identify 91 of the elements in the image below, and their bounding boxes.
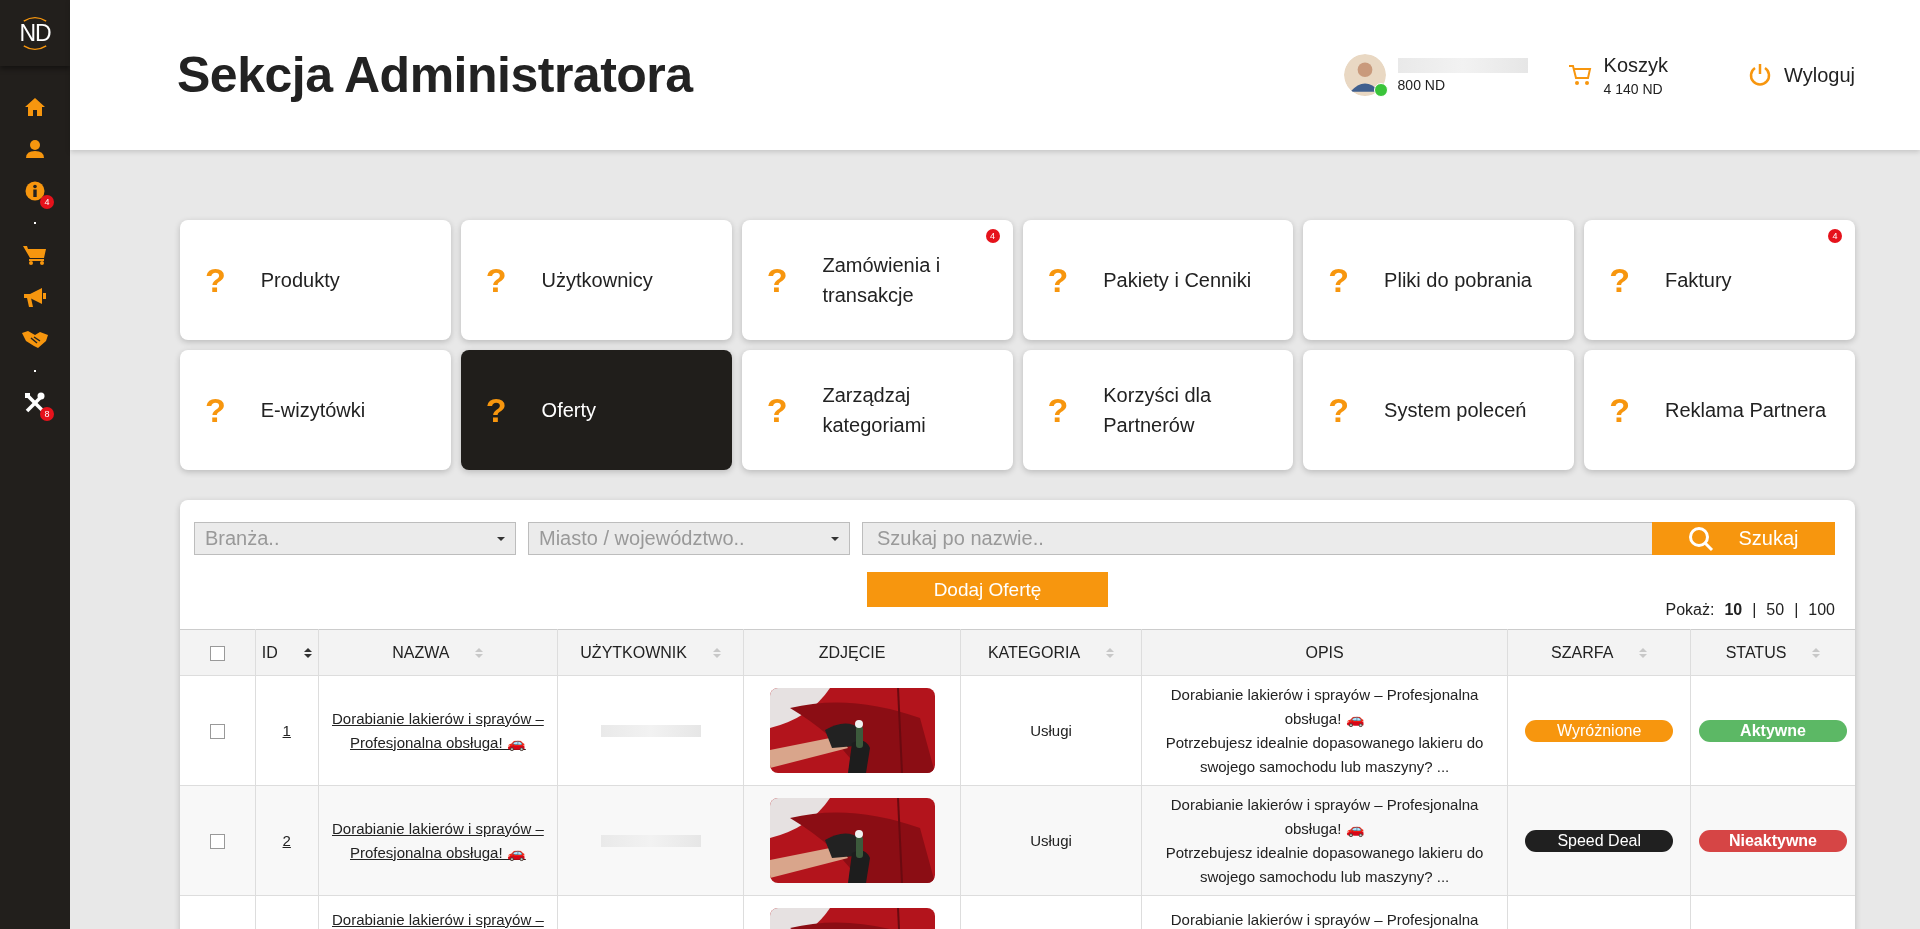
caret-icon bbox=[831, 536, 839, 541]
info-icon bbox=[25, 181, 45, 201]
category-tile[interactable]: ? Pliki do pobrania bbox=[1303, 220, 1575, 340]
category-tile[interactable]: ? Produkty bbox=[180, 220, 451, 340]
sort-icon[interactable] bbox=[303, 646, 312, 659]
id-link[interactable]: 1 bbox=[282, 718, 291, 743]
category-tile[interactable]: ? E-wizytówki bbox=[180, 350, 451, 470]
tile-label: Korzyści dla Partnerów bbox=[1103, 383, 1213, 438]
tools-icon bbox=[24, 392, 46, 414]
page-size-option[interactable]: 100 bbox=[1808, 601, 1835, 619]
tile-label: Oferty bbox=[541, 398, 597, 423]
question-icon: ? bbox=[205, 260, 226, 300]
column-title: OPIS bbox=[1305, 643, 1344, 662]
notification-badge: 4 bbox=[1828, 229, 1842, 243]
page-size-option[interactable]: 10 bbox=[1724, 601, 1743, 619]
logo[interactable]: ND bbox=[19, 15, 51, 51]
separator: | bbox=[1752, 601, 1757, 619]
question-icon: ? bbox=[485, 260, 507, 300]
category-text: Usługi bbox=[1030, 722, 1072, 739]
column-title: UŻYTKOWNIK bbox=[580, 643, 687, 662]
page-title: Sekcja Administratora bbox=[177, 46, 693, 104]
question-icon: ? bbox=[766, 260, 788, 300]
cart-label[interactable]: Koszyk bbox=[1603, 53, 1669, 77]
cart-icon[interactable] bbox=[1567, 64, 1592, 86]
tile-label: Produkty bbox=[260, 268, 340, 293]
page-size-option[interactable]: 50 bbox=[1766, 601, 1785, 619]
row-checkbox[interactable] bbox=[209, 834, 225, 850]
page-size-label: Pokaż: bbox=[1665, 601, 1715, 619]
search-icon bbox=[1688, 525, 1715, 552]
category-tile[interactable]: ? Zamówienia i transakcje 4 bbox=[741, 220, 1013, 340]
question-icon: ? bbox=[1328, 390, 1350, 430]
column-title: ID bbox=[261, 643, 278, 662]
category-tile[interactable]: ? Oferty bbox=[460, 350, 732, 470]
question-icon: ? bbox=[1328, 260, 1350, 300]
logout-link[interactable]: Wyloguj bbox=[1784, 63, 1855, 87]
notification-badge: 8 bbox=[40, 407, 54, 421]
question-icon: ? bbox=[205, 390, 226, 430]
description-text: Potrzebujesz idealnie dopasowanego lakieru do swojego samochodu lub maszyny? ... bbox=[1164, 732, 1485, 777]
category-text: Usługi bbox=[1030, 832, 1072, 849]
tile-label: Zamówienia i transakcje bbox=[822, 253, 942, 308]
home-icon bbox=[24, 97, 46, 117]
description-text: Dorabianie lakierów i sprayów – Profesjonalna bbox=[1169, 910, 1480, 929]
column-title: ZDJĘCIE bbox=[818, 643, 886, 662]
question-icon: ? bbox=[485, 390, 507, 430]
notification-badge: 4 bbox=[40, 195, 54, 209]
question-icon: ? bbox=[1609, 260, 1630, 300]
cart-amount: 4 140 ND bbox=[1603, 80, 1664, 97]
description-text: Dorabianie lakierów i sprayów – Profesjonalna obsługa! 🚗 bbox=[1169, 684, 1480, 729]
tile-label: Pliki do pobrania bbox=[1384, 268, 1532, 293]
id-link[interactable]: 2 bbox=[282, 828, 291, 853]
power-icon[interactable] bbox=[1748, 63, 1773, 87]
column-title: STATUS bbox=[1725, 643, 1787, 662]
select-all-checkbox[interactable] bbox=[209, 645, 225, 661]
category-tile[interactable]: ? Faktury 4 bbox=[1584, 220, 1855, 340]
tile-label: E-wizytówki bbox=[260, 398, 366, 423]
category-tile[interactable]: ? Zarządzaj kategoriami bbox=[741, 350, 1013, 470]
tile-label: System poleceń bbox=[1384, 398, 1527, 423]
tile-label: Pakiety i Cenniki bbox=[1103, 268, 1252, 293]
avatar[interactable] bbox=[1343, 54, 1386, 96]
notification-badge: 4 bbox=[985, 229, 1000, 243]
user-icon bbox=[25, 139, 45, 159]
category-tile[interactable]: ? Korzyści dla Partnerów bbox=[1022, 350, 1294, 470]
tile-label: Faktury bbox=[1664, 268, 1732, 293]
sash-badge: Wyróżnione bbox=[1525, 719, 1674, 742]
caret-icon bbox=[497, 536, 505, 541]
handshake-icon bbox=[22, 329, 48, 349]
tile-label: Zarządzaj kategoriami bbox=[822, 383, 927, 438]
row-checkbox[interactable] bbox=[209, 724, 225, 740]
question-icon: ? bbox=[766, 390, 788, 430]
question-icon: ? bbox=[1047, 260, 1069, 300]
sash-badge: Speed Deal bbox=[1525, 829, 1674, 852]
separator: | bbox=[1794, 601, 1799, 619]
column-title: SZARFA bbox=[1551, 643, 1614, 662]
tile-label: Użytkownicy bbox=[541, 268, 653, 293]
category-tile[interactable]: ? Użytkownicy bbox=[460, 220, 732, 340]
status-badge: Aktywne bbox=[1699, 719, 1847, 742]
column-title: KATEGORIA bbox=[987, 643, 1081, 662]
column-title: NAZWA bbox=[392, 643, 450, 662]
category-tile[interactable]: ? Reklama Partnera bbox=[1584, 350, 1855, 470]
description-text: Potrzebujesz idealnie dopasowanego lakieru do swojego samochodu lub maszyny? ... bbox=[1164, 842, 1485, 887]
user-points: 800 ND bbox=[1397, 76, 1447, 93]
tile-label: Reklama Partnera bbox=[1664, 398, 1827, 423]
search-field[interactable]: Szukaj po nazwie.. bbox=[862, 522, 1652, 555]
question-icon: ? bbox=[1047, 390, 1069, 430]
description-text: Dorabianie lakierów i sprayów – Profesjonalna obsługa! 🚗 bbox=[1169, 794, 1480, 839]
cart-icon bbox=[23, 245, 47, 265]
category-tile[interactable]: ? System poleceń bbox=[1303, 350, 1575, 470]
question-icon: ? bbox=[1609, 390, 1630, 430]
megaphone-icon bbox=[23, 286, 47, 308]
category-tile[interactable]: ? Pakiety i Cenniki bbox=[1022, 220, 1294, 340]
status-badge: Nieaktywne bbox=[1699, 829, 1847, 852]
